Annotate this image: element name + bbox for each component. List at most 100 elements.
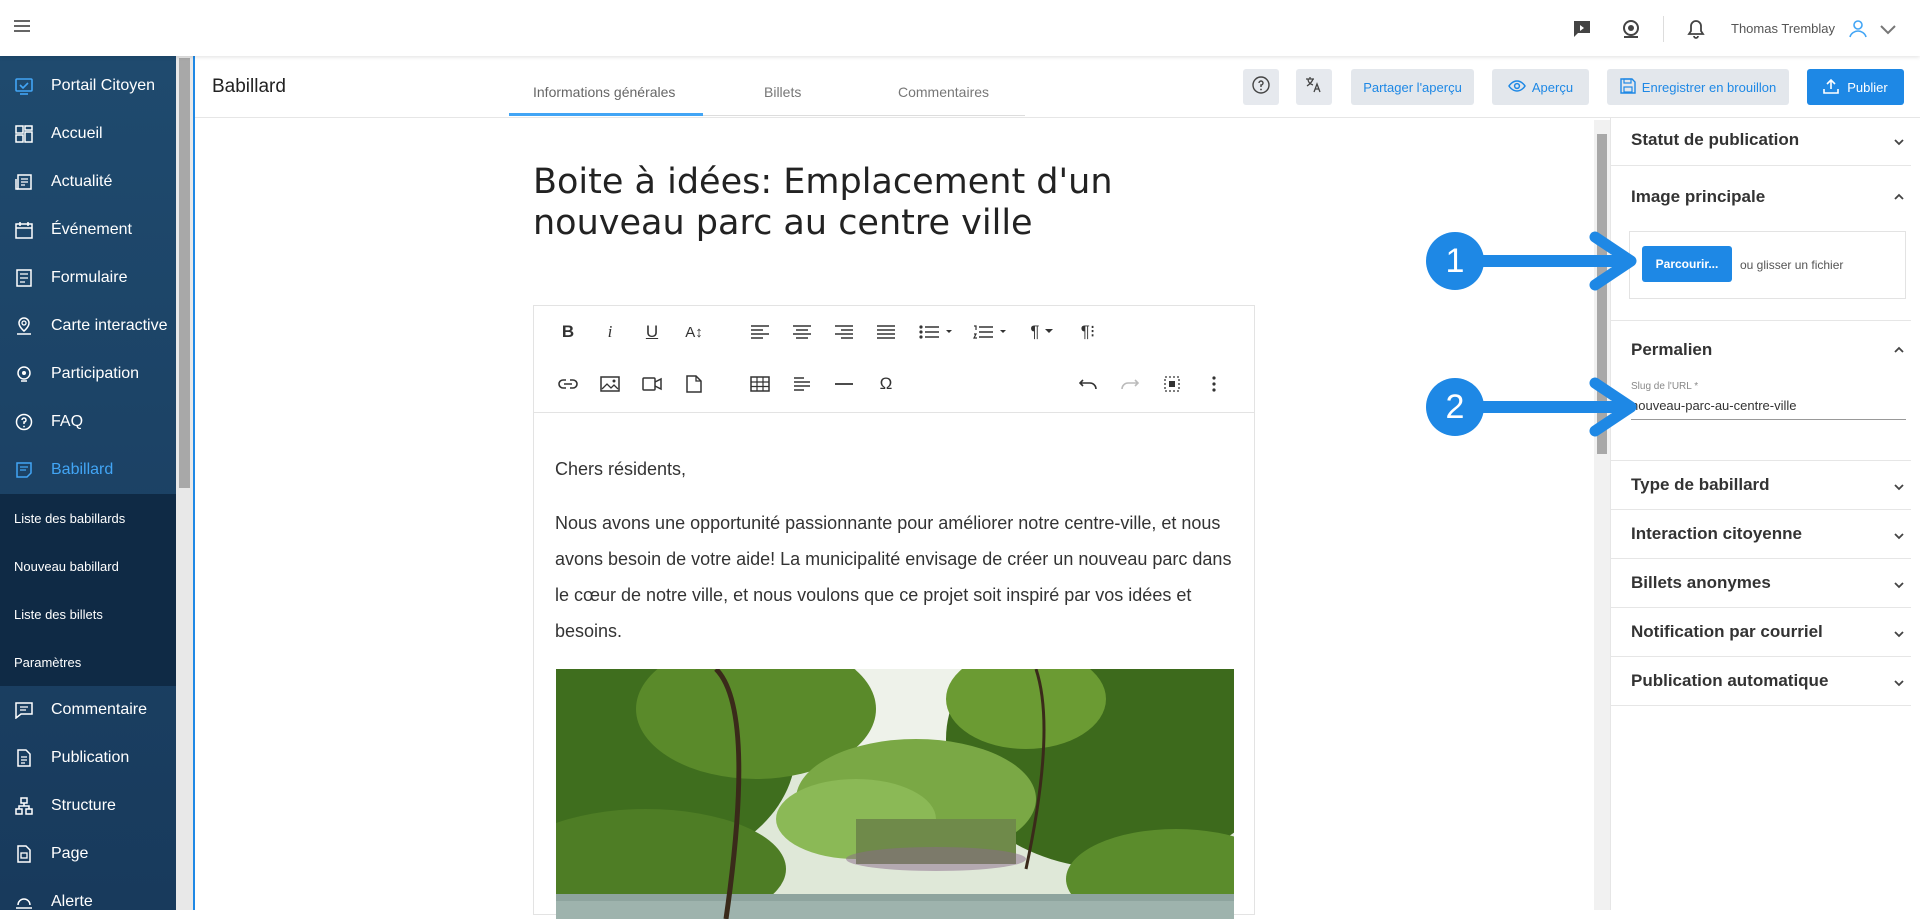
portal-icon (14, 76, 34, 96)
user-icon[interactable] (1846, 17, 1870, 41)
scrollbar-thumb[interactable] (179, 58, 190, 488)
park-photo[interactable] (556, 669, 1234, 919)
page-title: Babillard (212, 76, 286, 97)
active-tab-indicator (509, 113, 703, 116)
file-icon[interactable] (680, 370, 708, 398)
help-button[interactable] (1243, 69, 1279, 105)
document-title[interactable]: Boite à idées: Emplacement d'un nouveau … (533, 162, 1173, 244)
sidebar-subitem-liste-billets[interactable]: Liste des billets (0, 590, 176, 638)
tab-commentaires[interactable]: Commentaires (898, 84, 989, 100)
sidebar-item-carte-interactive[interactable]: Carte interactive (0, 302, 176, 350)
chevron-up-icon[interactable] (1893, 344, 1905, 356)
link-icon[interactable] (554, 370, 582, 398)
user-name[interactable]: Thomas Tremblay (1731, 21, 1835, 36)
section-anonymous-posts[interactable]: Billets anonymes (1611, 559, 1911, 608)
align-right-icon[interactable] (830, 318, 858, 346)
more-vertical-icon[interactable] (1200, 370, 1228, 398)
sidebar-subitem-parametres[interactable]: Paramètres (0, 638, 176, 686)
help-icon (1251, 75, 1271, 100)
select-all-icon[interactable] (1158, 370, 1186, 398)
browse-button[interactable]: Parcourir... (1642, 246, 1732, 282)
section-auto-publication[interactable]: Publication automatique (1611, 657, 1911, 706)
sidebar-item-label: Carte interactive (51, 317, 168, 334)
tab-informations-generales[interactable]: Informations générales (533, 84, 675, 100)
paragraph-format-icon[interactable]: ¶ (1024, 318, 1060, 346)
chevron-down-icon (1894, 582, 1904, 589)
sidebar-subitem-nouveau-babillard[interactable]: Nouveau babillard (0, 542, 176, 590)
translate-button[interactable] (1296, 69, 1332, 105)
sidebar-item-commentaire[interactable]: Commentaire (0, 686, 176, 734)
menu-icon[interactable] (14, 20, 30, 34)
sidebar-item-label: Formulaire (51, 269, 128, 286)
feedback-icon[interactable] (1570, 17, 1594, 41)
greeting-paragraph: Chers résidents, (555, 459, 687, 479)
form-icon (14, 268, 34, 288)
text-size-icon[interactable]: A↕ (680, 318, 708, 346)
paragraph-style-icon[interactable]: ¶⁝ (1074, 318, 1102, 346)
preview-button[interactable]: Aperçu (1492, 69, 1589, 105)
annotation-number-1: 1 (1446, 242, 1465, 280)
text-wrap-icon[interactable] (788, 370, 816, 398)
sidebar-edge (193, 56, 195, 910)
sidebar-item-page[interactable]: Page (0, 830, 176, 878)
share-preview-button[interactable]: Partager l'aperçu (1351, 69, 1474, 105)
sidebar-item-publication[interactable]: Publication (0, 734, 176, 782)
special-character-icon[interactable]: Ω (872, 370, 900, 398)
section-title: Permalien (1631, 340, 1713, 359)
sidebar-item-label: Alerte (51, 893, 93, 910)
bell-icon[interactable] (1684, 17, 1708, 41)
sidebar-item-actualite[interactable]: Actualité (0, 158, 176, 206)
editor-content[interactable]: Chers résidents, Nous avons une opportun… (555, 451, 1235, 649)
horizontal-line-icon[interactable] (830, 370, 858, 398)
document-icon (14, 748, 34, 768)
publish-button[interactable]: Publier (1807, 69, 1904, 105)
section-citizen-interaction[interactable]: Interaction citoyenne (1611, 510, 1911, 559)
save-draft-label: Enregistrer en brouillon (1641, 79, 1777, 95)
sidebar-item-faq[interactable]: FAQ (0, 398, 176, 446)
italic-icon[interactable]: i (596, 318, 624, 346)
section-title: Publication automatique (1631, 671, 1829, 690)
support-icon[interactable] (1619, 17, 1643, 41)
save-icon (1620, 77, 1636, 97)
sidebar-item-evenement[interactable]: Événement (0, 206, 176, 254)
section-email-notification[interactable]: Notification par courriel (1611, 608, 1911, 657)
sidebar-item-formulaire[interactable]: Formulaire (0, 254, 176, 302)
image-upload-zone[interactable]: Parcourir... ou glisser un fichier (1629, 231, 1906, 299)
sidebar: Portail Citoyen Accueil Actualité Événem… (0, 56, 176, 910)
bullet-list-icon[interactable] (916, 318, 958, 346)
underline-icon[interactable]: U (638, 318, 666, 346)
section-publication-status[interactable]: Statut de publication (1611, 118, 1911, 166)
align-left-icon[interactable] (746, 318, 774, 346)
align-center-icon[interactable] (788, 318, 816, 346)
sidebar-item-participation[interactable]: Participation (0, 350, 176, 398)
sidebar-item-alerte[interactable]: Alerte (0, 878, 176, 910)
numbered-list-icon[interactable] (970, 318, 1012, 346)
sidebar-item-babillard[interactable]: Babillard (0, 446, 176, 494)
sidebar-item-portail-citoyen[interactable]: Portail Citoyen (0, 62, 176, 110)
bold-icon[interactable]: B (554, 318, 582, 346)
dashboard-icon (14, 124, 34, 144)
chevron-up-icon[interactable] (1893, 191, 1905, 203)
chevron-down-icon (1894, 139, 1904, 146)
section-board-type[interactable]: Type de babillard (1611, 461, 1911, 510)
sidebar-item-accueil[interactable]: Accueil (0, 110, 176, 158)
slug-input[interactable]: nouveau-parc-au-centre-ville (1631, 398, 1906, 420)
save-draft-button[interactable]: Enregistrer en brouillon (1607, 69, 1789, 105)
participation-icon (14, 364, 34, 384)
top-bar: Thomas Tremblay (0, 0, 1920, 56)
sidebar-item-structure[interactable]: Structure (0, 782, 176, 830)
align-justify-icon[interactable] (872, 318, 900, 346)
sidebar-item-label: Événement (51, 221, 132, 238)
comment-icon (14, 700, 34, 720)
tab-billets[interactable]: Billets (764, 84, 801, 100)
chevron-down-icon[interactable] (1876, 17, 1900, 41)
sidebar-scrollbar[interactable] (176, 56, 193, 910)
section-title: Image principale (1631, 187, 1766, 206)
annotation-arrow-2: 2 (1425, 377, 1655, 437)
table-icon[interactable] (746, 370, 774, 398)
image-icon[interactable] (596, 370, 624, 398)
sidebar-subitem-liste-babillards[interactable]: Liste des babillards (0, 494, 176, 542)
undo-icon[interactable] (1074, 370, 1102, 398)
sidebar-item-label: Actualité (51, 173, 113, 190)
video-icon[interactable] (638, 370, 666, 398)
